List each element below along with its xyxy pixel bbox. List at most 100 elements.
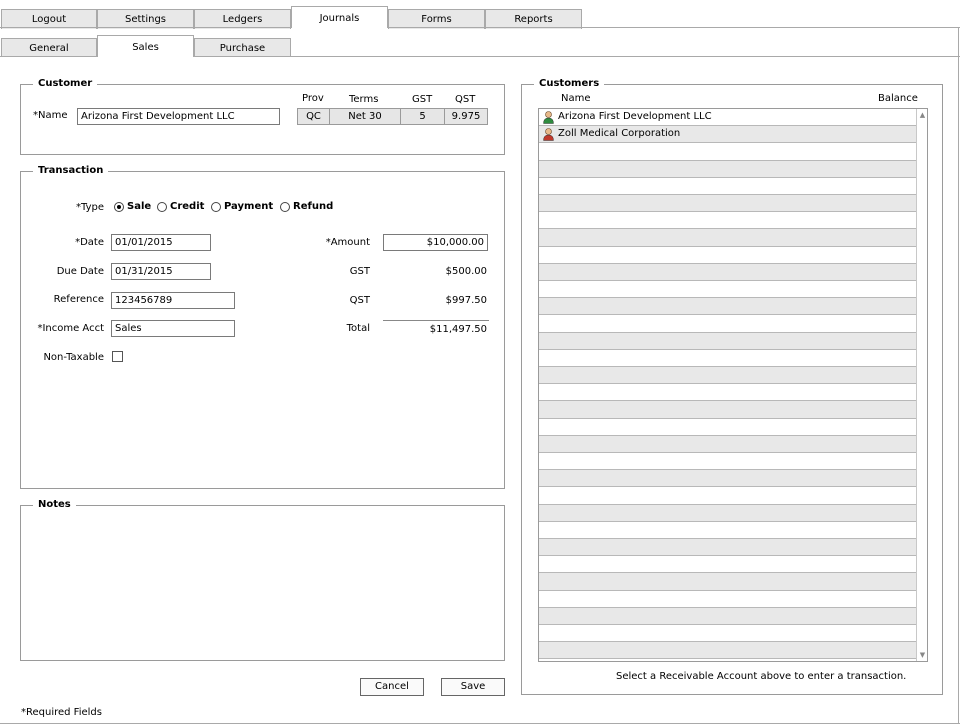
date-input[interactable]: 01/01/2015 <box>111 234 211 251</box>
reference-input[interactable]: 123456789 <box>111 292 235 309</box>
empty-row <box>539 160 916 178</box>
empty-row <box>539 487 916 505</box>
transaction-legend: Transaction <box>33 164 109 178</box>
type-credit-label[interactable]: Credit <box>170 201 204 213</box>
tab-bar-line <box>0 27 960 28</box>
date-label: *Date <box>75 237 104 248</box>
amount-label: *Amount <box>325 237 370 248</box>
qst-value: $997.50 <box>445 295 487 306</box>
customer-row-name: Arizona First Development LLC <box>558 111 712 122</box>
customer-name-input[interactable]: Arizona First Development LLC <box>77 108 280 125</box>
empty-row <box>539 625 916 643</box>
prov-cell: QC <box>297 108 330 125</box>
empty-row <box>539 435 916 453</box>
radio-selected-dot <box>117 205 121 209</box>
customers-col-name: Name <box>561 93 591 104</box>
empty-row <box>539 384 916 402</box>
amount-input[interactable]: $10,000.00 <box>383 234 488 251</box>
type-refund-radio[interactable] <box>280 202 290 212</box>
empty-row <box>539 401 916 419</box>
tab-reports[interactable]: Reports <box>485 9 582 29</box>
person-icon <box>543 128 554 141</box>
customer-name-label: *Name <box>33 110 68 121</box>
tab-ledgers[interactable]: Ledgers <box>194 9 291 29</box>
total-rule <box>383 320 489 321</box>
person-icon <box>543 111 554 124</box>
customers-legend: Customers <box>534 77 605 91</box>
scroll-down-icon[interactable]: ▼ <box>917 649 927 661</box>
type-payment-radio[interactable] <box>211 202 221 212</box>
notes-legend: Notes <box>33 498 76 512</box>
tab-logout[interactable]: Logout <box>1 9 97 29</box>
tab-settings[interactable]: Settings <box>97 9 194 29</box>
type-sale-label[interactable]: Sale <box>127 201 151 213</box>
subtab-general[interactable]: General <box>1 38 97 57</box>
cancel-button[interactable]: Cancel <box>360 678 424 696</box>
empty-row <box>539 642 916 660</box>
empty-row <box>539 332 916 350</box>
empty-row <box>539 607 916 625</box>
empty-row <box>539 315 916 333</box>
type-label: *Type <box>76 202 104 213</box>
qst-label: QST <box>349 295 370 306</box>
customer-legend: Customer <box>33 77 98 91</box>
reference-label: Reference <box>53 294 104 305</box>
subtab-purchase[interactable]: Purchase <box>194 38 291 57</box>
empty-row <box>539 350 916 367</box>
qst-header: QST <box>455 94 476 105</box>
empty-row <box>539 298 916 316</box>
terms-cell: Net 30 <box>329 108 401 125</box>
type-credit-radio[interactable] <box>157 202 167 212</box>
customers-scrollbar[interactable]: ▲ ▼ <box>916 109 927 661</box>
total-label: Total <box>346 323 370 334</box>
non-taxable-checkbox[interactable] <box>112 351 123 362</box>
type-refund-label[interactable]: Refund <box>293 201 333 213</box>
customers-hint: Select a Receivable Account above to ent… <box>616 671 907 682</box>
due-date-label: Due Date <box>56 266 104 277</box>
type-payment-label[interactable]: Payment <box>224 201 273 213</box>
empty-row <box>539 573 916 591</box>
empty-row <box>539 470 916 488</box>
non-taxable-label: Non-Taxable <box>43 352 104 363</box>
empty-row <box>539 195 916 213</box>
subtab-sales[interactable]: Sales <box>97 35 194 57</box>
empty-row <box>539 453 916 471</box>
type-sale-radio[interactable] <box>114 202 124 212</box>
empty-row <box>539 504 916 522</box>
empty-row <box>539 263 916 281</box>
empty-row <box>539 367 916 385</box>
customers-list[interactable]: Arizona First Development LLC Zoll Medica… <box>538 108 928 662</box>
scroll-up-icon[interactable]: ▲ <box>917 109 927 121</box>
customers-col-balance: Balance <box>878 93 918 104</box>
income-acct-label: *Income Acct <box>37 323 104 334</box>
save-button[interactable]: Save <box>441 678 505 696</box>
qst-cell: 9.975 <box>444 108 488 125</box>
due-date-input[interactable]: 01/31/2015 <box>111 263 211 280</box>
page-border-bottom <box>0 723 960 724</box>
prov-header: Prov <box>302 93 324 104</box>
notes-group[interactable]: Notes <box>20 498 505 661</box>
empty-row <box>539 247 916 264</box>
empty-row <box>539 556 916 574</box>
gst-cell: 5 <box>400 108 445 125</box>
gst-value: $500.00 <box>445 266 487 277</box>
customer-row[interactable]: Zoll Medical Corporation <box>539 126 916 144</box>
gst-label: GST <box>349 266 370 277</box>
gst-header: GST <box>412 94 433 105</box>
page-border-right <box>958 27 959 724</box>
empty-row <box>539 178 916 195</box>
tab-forms[interactable]: Forms <box>388 9 485 29</box>
empty-row <box>539 212 916 230</box>
empty-row <box>539 281 916 299</box>
customer-row[interactable]: Arizona First Development LLC <box>539 109 916 127</box>
customer-row-name: Zoll Medical Corporation <box>558 128 681 140</box>
income-acct-input[interactable]: Sales <box>111 320 235 337</box>
total-value: $11,497.50 <box>429 324 487 335</box>
empty-row <box>539 419 916 436</box>
empty-row <box>539 591 916 608</box>
empty-row <box>539 229 916 247</box>
required-fields-note: *Required Fields <box>21 707 102 718</box>
tab-journals[interactable]: Journals <box>291 6 388 28</box>
empty-row <box>539 522 916 539</box>
empty-row <box>539 143 916 161</box>
